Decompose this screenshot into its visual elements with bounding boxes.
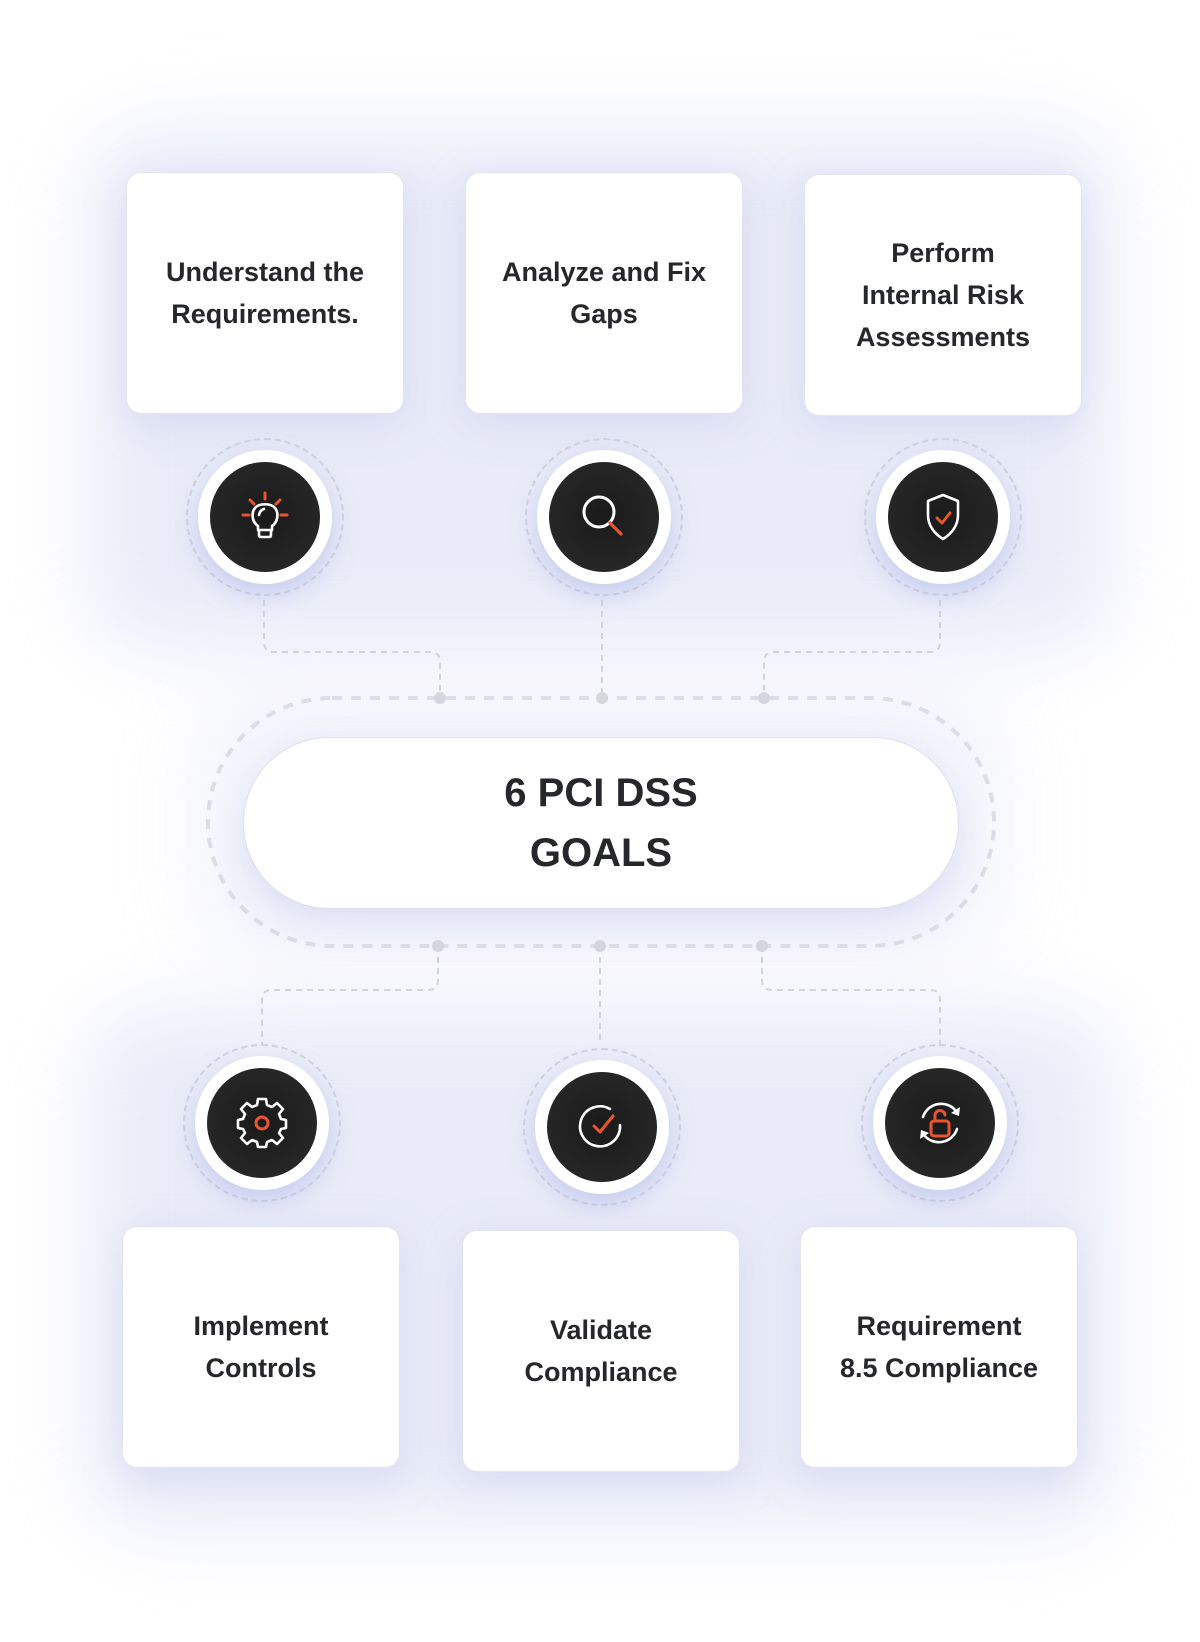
node-ring <box>537 450 671 584</box>
goal-node-validate-compliance <box>523 1048 681 1206</box>
connector-dot <box>758 692 770 704</box>
goal-card-analyze-fix-gaps: Analyze and Fix Gaps <box>466 173 742 413</box>
node-disc <box>888 462 998 572</box>
goal-card-label: Validate Compliance <box>524 1315 678 1387</box>
node-ring <box>195 1056 329 1190</box>
goal-card-label: Implement Controls <box>193 1311 329 1383</box>
goal-card-validate-compliance: Validate Compliance <box>463 1231 739 1471</box>
goal-card-implement-controls: Implement Controls <box>123 1227 399 1467</box>
node-disc <box>207 1068 317 1178</box>
goal-card-label: Analyze and Fix Gaps <box>501 257 707 329</box>
connector-top-left <box>263 600 441 698</box>
connector-bottom-left <box>261 946 439 1044</box>
goal-card-label: Requirement 8.5 Compliance <box>839 1311 1039 1383</box>
node-disc <box>549 462 659 572</box>
node-ring <box>876 450 1010 584</box>
node-ring <box>535 1060 669 1194</box>
goal-node-analyze <box>525 438 683 596</box>
lightbulb-icon <box>241 491 289 539</box>
connector-dot <box>756 940 768 952</box>
connector-dot <box>434 692 446 704</box>
connector-top-right <box>763 600 941 698</box>
goal-node-requirement-8-5 <box>861 1044 1019 1202</box>
goal-node-risk-assessment <box>864 438 1022 596</box>
goal-card-understand-requirements: Understand the Requirements. <box>127 173 403 413</box>
node-disc <box>885 1068 995 1178</box>
goal-card-label: Understand the Requirements. <box>165 257 365 329</box>
center-goal-pill: 6 PCI DSS GOALS <box>244 738 958 908</box>
node-disc <box>210 462 320 572</box>
node-ring <box>873 1056 1007 1190</box>
magnifier-icon <box>582 495 623 536</box>
node-disc <box>547 1072 657 1182</box>
unlock-refresh-icon <box>920 1102 960 1144</box>
gear-icon <box>236 1097 288 1149</box>
goal-node-understand <box>186 438 344 596</box>
goal-card-requirement-8-5-compliance: Requirement 8.5 Compliance <box>801 1227 1077 1467</box>
circle-check-icon <box>578 1105 622 1148</box>
goal-card-internal-risk-assessments: Perform Internal Risk Assessments <box>805 175 1081 415</box>
connector-bottom-right <box>761 946 941 1044</box>
goal-card-label: Perform Internal Risk Assessments <box>855 238 1031 352</box>
connector-dot <box>432 940 444 952</box>
goal-node-implement-controls <box>183 1044 341 1202</box>
node-ring <box>198 450 332 584</box>
connector-dot <box>594 940 606 952</box>
center-title: 6 PCI DSS GOALS <box>504 771 698 875</box>
connector-dot <box>596 692 608 704</box>
shield-check-icon <box>926 493 960 541</box>
